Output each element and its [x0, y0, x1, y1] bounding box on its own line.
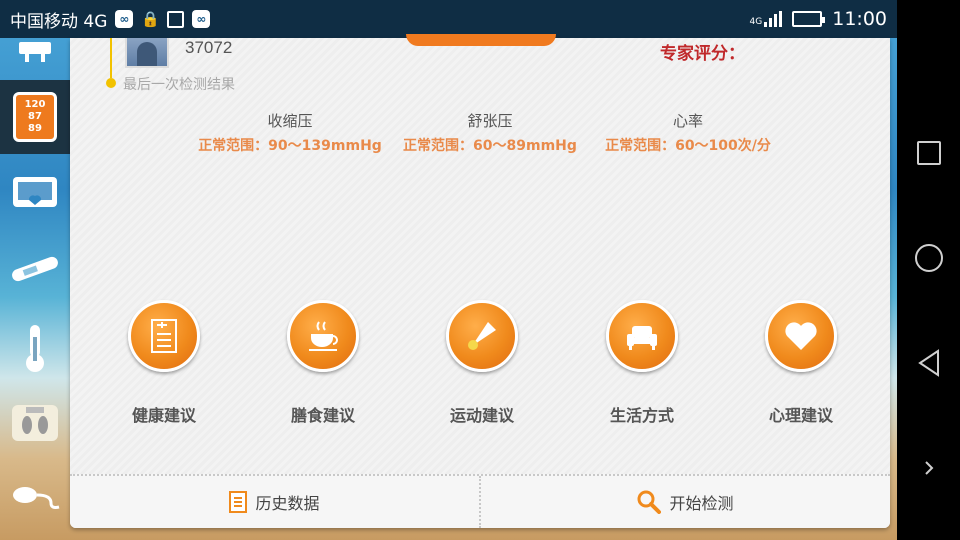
sidebar-item-monitor[interactable] — [0, 170, 70, 220]
ear-thermometer-icon — [12, 256, 58, 282]
metric-title: 舒张压 — [467, 112, 513, 130]
last-result-label: 最后一次检测结果 — [123, 77, 235, 93]
metric-systolic: 收缩压 正常范围：90～139mmHg — [190, 110, 390, 155]
notification-lock-icon: 🔒 — [141, 10, 160, 28]
battery-icon — [792, 11, 826, 27]
sidebar-item-body-fat[interactable] — [0, 398, 70, 448]
tile-label: 健康建议 — [131, 406, 196, 425]
history-data-label: 历史数据 — [255, 494, 320, 513]
tile-label: 生活方式 — [609, 406, 674, 425]
blood-pressure-monitor-icon: 120 87 89 — [13, 92, 57, 142]
sofa-icon — [606, 300, 678, 372]
tile-diet-advice[interactable]: 膳食建议 — [263, 300, 383, 426]
stethoscope-icon — [13, 487, 60, 509]
tile-label: 心理建议 — [768, 406, 833, 425]
expert-score-label: 专家评分： — [660, 44, 745, 64]
carrier-label: 中国移动 4G — [10, 11, 108, 32]
tile-label: 运动建议 — [449, 406, 514, 425]
scale-icon — [19, 42, 51, 62]
sidebar-item-blood-pressure[interactable]: 120 87 89 — [0, 80, 70, 154]
network-type-icon: 4G — [750, 11, 783, 27]
document-icon — [229, 491, 248, 513]
qq-icon: ∞ — [192, 10, 211, 28]
metric-range: 正常范围：60～100次/分 — [605, 138, 771, 154]
avatar — [125, 38, 169, 68]
system-nav-bar — [897, 0, 960, 540]
signal-icon — [764, 11, 783, 27]
recent-apps-button[interactable] — [909, 133, 949, 173]
main-panel: 37072 最后一次检测结果 专家评分： 收缩压 正常范围：90～139mmHg… — [70, 34, 890, 528]
coffee-cup-icon — [287, 300, 359, 372]
back-triangle-icon — [917, 348, 939, 377]
timeline-line — [110, 38, 112, 78]
sidebar-item-thermometer-strip[interactable] — [0, 244, 70, 294]
search-icon — [637, 490, 662, 514]
metric-range: 正常范围：90～139mmHg — [198, 138, 382, 154]
footer-bar: 历史数据 开始检测 — [70, 474, 890, 528]
tile-health-advice[interactable]: 健康建议 — [104, 300, 224, 426]
tile-lifestyle[interactable]: 生活方式 — [582, 300, 702, 426]
image-icon — [167, 10, 185, 28]
thermometer-icon — [26, 325, 44, 372]
metric-range: 正常范围：60～89mmHg — [403, 138, 577, 154]
metrics-row: 收缩压 正常范围：90～139mmHg 舒张压 正常范围：60～89mmHg 心… — [190, 110, 790, 160]
sidebar-item-scale[interactable] — [0, 34, 70, 70]
square-icon — [916, 140, 941, 165]
device-sidebar: 120 87 89 — [0, 38, 70, 540]
home-button[interactable] — [909, 238, 949, 278]
clock: 11:00 — [832, 8, 887, 30]
qq-icon: ∞ — [115, 10, 134, 28]
start-test-label: 开始检测 — [669, 494, 734, 513]
chevron-right-icon — [924, 460, 933, 475]
foot-scale-icon — [12, 405, 58, 441]
metric-diastolic: 舒张压 正常范围：60～89mmHg — [390, 110, 590, 155]
start-test-button[interactable]: 开始检测 — [481, 476, 890, 528]
metric-heart-rate: 心率 正常范围：60～100次/分 — [588, 110, 788, 155]
back-button[interactable] — [909, 343, 949, 383]
metric-title: 收缩压 — [267, 112, 313, 130]
history-data-button[interactable]: 历史数据 — [70, 476, 479, 528]
sidebar-item-stethoscope[interactable] — [0, 476, 70, 516]
heart-monitor-icon — [13, 177, 57, 207]
timeline-dot — [106, 78, 116, 88]
tile-exercise-advice[interactable]: 运动建议 — [422, 300, 542, 426]
advice-tiles: 健康建议 膳食建议 运动建议 生活方式 心理建议 — [70, 300, 890, 440]
metric-title: 心率 — [672, 112, 703, 130]
tile-psychology-advice[interactable]: 心理建议 — [741, 300, 861, 426]
heart-icon — [765, 300, 837, 372]
status-bar: 中国移动 4G ∞ 🔒 ∞ 4G 11:00 — [0, 0, 897, 38]
tile-label: 膳食建议 — [290, 406, 355, 425]
expand-nav-button[interactable] — [909, 448, 949, 488]
orange-tab-button[interactable] — [406, 34, 556, 46]
sidebar-item-thermometer[interactable] — [0, 320, 70, 376]
user-id: 37072 — [185, 38, 233, 57]
circle-icon — [914, 243, 943, 272]
shuttlecock-icon — [446, 300, 518, 372]
health-record-icon — [128, 300, 200, 372]
